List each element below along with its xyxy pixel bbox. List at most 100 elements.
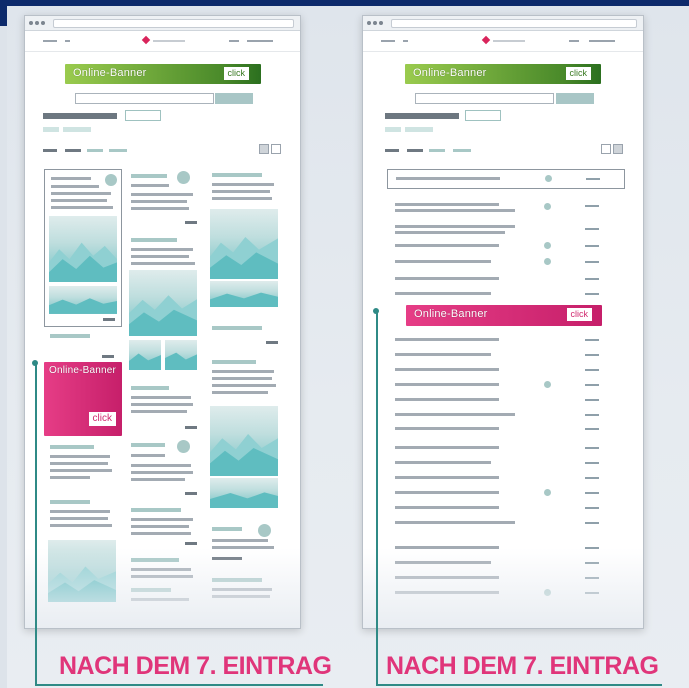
list-view-mockup: Online-Banner click Online-Banner click xyxy=(362,15,644,629)
card-text-line xyxy=(50,455,110,458)
card-meta-line xyxy=(185,492,197,495)
card-image xyxy=(210,209,278,279)
row-meta xyxy=(585,339,599,341)
filter-chip xyxy=(385,127,401,132)
card-text-line xyxy=(51,206,113,209)
annotation-line-right xyxy=(376,312,378,684)
grid-view-icon xyxy=(601,144,611,154)
card-image xyxy=(210,478,278,508)
row-meta xyxy=(585,507,599,509)
row-meta xyxy=(585,228,599,230)
card-text-line xyxy=(131,454,165,457)
banner-label: Online-Banner xyxy=(413,67,487,79)
card-meta-line xyxy=(185,542,197,545)
row-text-line xyxy=(395,491,499,494)
card-text-line xyxy=(51,177,91,180)
header-link-placeholder xyxy=(247,40,273,42)
list-block xyxy=(387,440,623,536)
header-link-placeholder xyxy=(569,40,579,42)
card-image xyxy=(129,270,197,336)
row-text-line xyxy=(395,383,499,386)
avatar-circle xyxy=(177,440,190,453)
annotation-line-left xyxy=(35,364,37,654)
list-row-selected xyxy=(387,169,625,189)
tab-placeholder xyxy=(453,149,471,152)
row-meta xyxy=(585,261,599,263)
card-text-line xyxy=(131,410,187,413)
top-online-banner: Online-Banner click xyxy=(65,64,261,84)
row-meta xyxy=(585,492,599,494)
card-text-line xyxy=(131,478,185,481)
window-dot-icon xyxy=(29,21,33,25)
caption-left: NACH DEM 7. EINTRAG xyxy=(59,652,332,680)
row-text-line xyxy=(395,277,499,280)
site-name-placeholder xyxy=(493,40,525,42)
filter-chip xyxy=(43,127,59,132)
site-header xyxy=(363,31,643,52)
annotation-underline-right xyxy=(376,684,662,686)
list-block xyxy=(387,332,623,436)
row-meta xyxy=(585,384,599,386)
card-image xyxy=(129,340,161,370)
card-text-line xyxy=(212,539,268,542)
card-text-line xyxy=(212,370,274,373)
window-dot-icon xyxy=(379,21,383,25)
row-meta xyxy=(585,293,599,295)
site-name-placeholder xyxy=(153,40,185,42)
avatar-circle xyxy=(105,174,117,186)
card-title-line xyxy=(212,173,262,177)
window-dot-icon xyxy=(367,21,371,25)
row-meta xyxy=(585,245,599,247)
menu-placeholder xyxy=(43,40,57,42)
card-text-line xyxy=(212,183,274,186)
card-image xyxy=(49,216,117,282)
row-text-line xyxy=(395,476,499,479)
site-logo-icon xyxy=(481,35,491,45)
inline-online-banner: Online-Banner click xyxy=(44,362,122,436)
row-text-line xyxy=(395,292,491,295)
search-placeholder xyxy=(65,40,70,42)
card-text-line xyxy=(131,518,193,521)
card-title-line xyxy=(131,508,181,512)
banner-click-button: click xyxy=(566,308,592,321)
card-text-line xyxy=(131,248,193,251)
caption-right: NACH DEM 7. EINTRAG xyxy=(386,652,659,680)
tab-placeholder xyxy=(43,149,57,152)
card-image xyxy=(210,406,278,476)
search-placeholder xyxy=(403,40,408,42)
row-meta xyxy=(585,428,599,430)
card-title-line xyxy=(131,443,165,447)
card-image xyxy=(210,281,278,307)
window-dot-icon xyxy=(41,21,45,25)
row-dot xyxy=(544,489,551,496)
filter-button xyxy=(125,110,161,121)
tab-placeholder xyxy=(87,149,103,152)
tab-placeholder xyxy=(65,149,81,152)
row-meta xyxy=(585,369,599,371)
banner-click-button: click xyxy=(565,67,591,80)
card-text-line xyxy=(131,396,191,399)
card-meta-line xyxy=(266,341,278,344)
bottom-fade xyxy=(25,548,300,628)
card-title-line xyxy=(212,360,256,364)
card-text-line xyxy=(212,384,276,387)
header-link-placeholder xyxy=(229,40,239,42)
annotation-dot-left xyxy=(32,360,38,366)
row-meta xyxy=(585,205,599,207)
card-text-line xyxy=(212,197,272,200)
card-title-line xyxy=(50,445,94,449)
row-meta xyxy=(585,278,599,280)
row-text-line xyxy=(395,244,499,247)
avatar-circle xyxy=(177,171,190,184)
browser-chrome xyxy=(363,16,643,31)
card-text-line xyxy=(131,525,189,528)
banner-label: Online-Banner xyxy=(414,308,488,320)
row-text-line xyxy=(395,368,499,371)
banner-label: Online-Banner xyxy=(73,67,147,79)
row-meta xyxy=(585,477,599,479)
card-text-line xyxy=(50,524,112,527)
grid-card-selected xyxy=(44,169,122,327)
card-meta-line xyxy=(103,318,115,321)
annotation-dot-right xyxy=(373,308,379,314)
grid-view-mockup: Online-Banner click Online-Banner click xyxy=(24,15,301,629)
